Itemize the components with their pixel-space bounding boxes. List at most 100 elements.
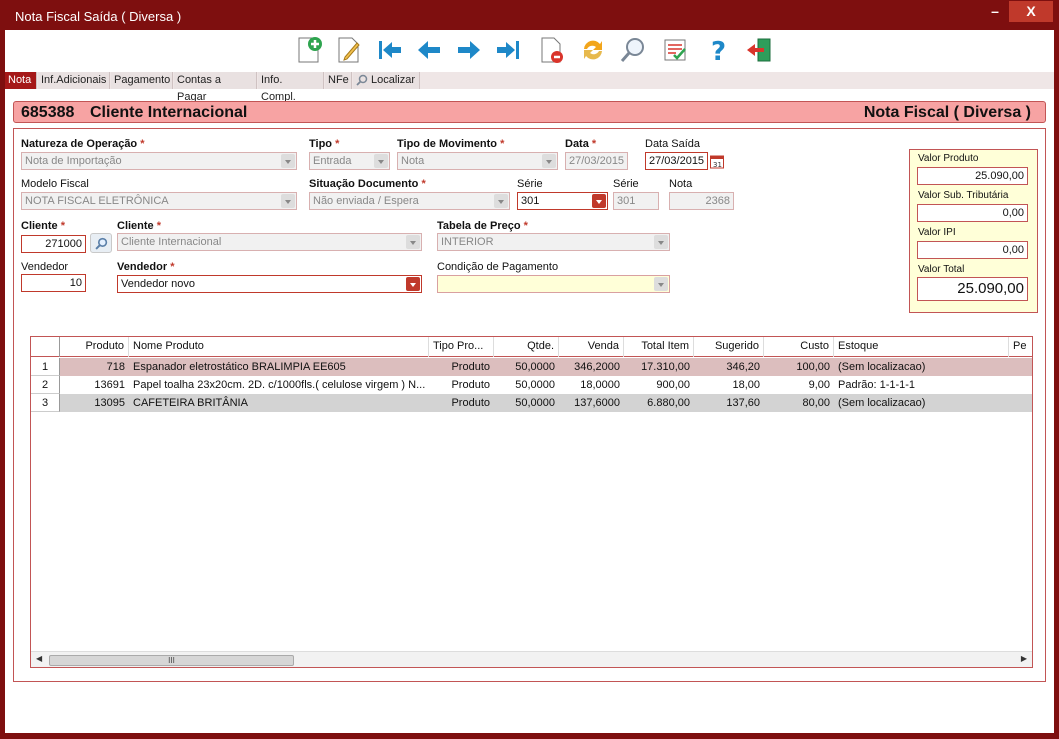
close-button[interactable]: X (1009, 1, 1053, 22)
cell-qtde: 50,0000 (515, 361, 555, 373)
search-icon[interactable] (617, 34, 649, 66)
delete-document-icon[interactable] (535, 34, 567, 66)
cell-tipo: Produto (451, 361, 490, 373)
valor-produto-field: 25.090,00 (917, 167, 1028, 185)
svg-text:?: ? (711, 37, 726, 65)
search-icon (94, 237, 107, 250)
row-index: 3 (31, 394, 60, 412)
chevron-down-icon (406, 235, 420, 249)
serie-select[interactable]: 301 (517, 192, 608, 210)
col-tipo-produto[interactable]: Tipo Pro... (429, 337, 494, 357)
tab-localizar[interactable]: Localizar (353, 72, 420, 89)
col-venda[interactable]: Venda (559, 337, 624, 357)
natureza-label: Natureza de Operação * (21, 138, 145, 150)
col-custo[interactable]: Custo (764, 337, 834, 357)
horizontal-scrollbar[interactable]: ◀ III ▶ (31, 651, 1032, 667)
tab-inf-adicionais[interactable]: Inf.Adicionais (38, 72, 110, 89)
natureza-select[interactable]: Nota de Importação (21, 152, 297, 170)
cell-custo: 100,00 (796, 361, 830, 373)
scroll-right-icon[interactable]: ▶ (1021, 654, 1027, 663)
serie2-label: Série (613, 178, 639, 190)
valor-ipi-label: Valor IPI (918, 227, 956, 238)
cell-produto: 718 (106, 361, 125, 373)
refresh-icon[interactable] (577, 34, 609, 66)
cell-sugerido: 137,60 (726, 397, 760, 409)
tipo-select[interactable]: Entrada (309, 152, 390, 170)
table-row[interactable]: 2 13691 Papel toalha 23x20cm. 2D. c/1000… (31, 376, 1032, 394)
cliente-code-field[interactable]: 271000 (21, 235, 86, 253)
cell-total: 900,00 (656, 379, 690, 391)
tab-nfe[interactable]: NFe (325, 72, 352, 89)
last-record-icon[interactable] (493, 34, 525, 66)
cell-nome: Espanador eletrostático BRALIMPIA EE605 (133, 361, 346, 373)
help-icon[interactable]: ? (701, 34, 733, 66)
previous-record-icon[interactable] (413, 34, 445, 66)
serie-label: Série (517, 178, 543, 190)
vendedor-code-field[interactable]: 10 (21, 274, 86, 292)
totals-panel: Valor Produto 25.090,00 Valor Sub. Tribu… (909, 149, 1038, 313)
tab-contas-a-pagar[interactable]: Contas a Pagar (174, 72, 257, 103)
row-index: 2 (31, 376, 60, 394)
tab-localizar-label: Localizar (371, 74, 416, 86)
cell-venda: 346,2000 (574, 361, 620, 373)
chevron-down-icon (654, 235, 668, 249)
data-saida-field[interactable]: 27/03/2015 (645, 152, 708, 170)
cliente-name-select[interactable]: Cliente Internacional (117, 233, 422, 251)
cell-total: 17.310,00 (641, 361, 690, 373)
valor-produto-label: Valor Produto (918, 153, 979, 164)
chevron-down-icon (494, 194, 508, 208)
modelo-label: Modelo Fiscal (21, 178, 89, 190)
col-pe[interactable]: Pe (1009, 337, 1032, 357)
scroll-left-icon[interactable]: ◀ (36, 654, 42, 663)
tabela-select[interactable]: INTERIOR (437, 233, 670, 251)
vendedor-name-select[interactable]: Vendedor novo (117, 275, 422, 293)
col-total-item[interactable]: Total Item (624, 337, 694, 357)
col-produto[interactable]: Produto (60, 337, 129, 357)
data-field[interactable]: 27/03/2015 (565, 152, 628, 170)
tipo-movimento-label: Tipo de Movimento * (397, 138, 505, 150)
exit-icon[interactable] (743, 34, 775, 66)
chevron-down-icon (374, 154, 388, 168)
next-record-icon[interactable] (453, 34, 485, 66)
cell-produto: 13691 (94, 379, 125, 391)
chevron-down-icon (592, 194, 606, 208)
cliente-name-label: Cliente * (117, 220, 162, 232)
data-saida-label: Data Saída (645, 138, 701, 150)
cell-estoque: (Sem localizacao) (838, 397, 926, 409)
scroll-thumb[interactable]: III (49, 655, 294, 666)
situacao-select[interactable]: Não enviada / Espera (309, 192, 510, 210)
chevron-down-icon (281, 154, 295, 168)
record-code: 685388 (21, 104, 75, 121)
tab-pagamento[interactable]: Pagamento (111, 72, 173, 89)
client-lookup-button[interactable] (90, 233, 112, 253)
checklist-icon[interactable] (659, 34, 691, 66)
toolbar: ? (5, 30, 1054, 72)
first-record-icon[interactable] (373, 34, 405, 66)
tab-info-compl[interactable]: Info. Compl. (258, 72, 324, 103)
tipo-movimento-select[interactable]: Nota (397, 152, 558, 170)
search-icon (356, 74, 368, 86)
vendedor-name-label: Vendedor * (117, 261, 175, 273)
tab-bar: Nota Inf.Adicionais Pagamento Contas a P… (5, 72, 1054, 103)
new-icon[interactable] (293, 34, 325, 66)
cell-estoque: (Sem localizacao) (838, 361, 926, 373)
cell-produto: 13095 (94, 397, 125, 409)
window-title: Nota Fiscal Saída ( Diversa ) (15, 9, 182, 24)
modelo-select[interactable]: NOTA FISCAL ELETRÔNICA (21, 192, 297, 210)
cell-qtde: 50,0000 (515, 379, 555, 391)
svg-text:31: 31 (713, 161, 722, 169)
col-qtde[interactable]: Qtde. (494, 337, 559, 357)
cell-nome: CAFETEIRA BRITÂNIA (133, 397, 248, 409)
tab-nota[interactable]: Nota (5, 72, 37, 89)
condicao-select[interactable] (437, 275, 670, 293)
serie-field[interactable]: 301 (613, 192, 659, 210)
calendar-icon[interactable]: 31 (710, 154, 724, 169)
minimize-button[interactable]: – (985, 3, 1005, 23)
table-row[interactable]: 1 718 Espanador eletrostático BRALIMPIA … (31, 358, 1032, 376)
col-nome-produto[interactable]: Nome Produto (129, 337, 429, 357)
nota-field[interactable]: 2368 (669, 192, 734, 210)
edit-icon[interactable] (333, 34, 365, 66)
col-estoque[interactable]: Estoque (834, 337, 1009, 357)
col-sugerido[interactable]: Sugerido (694, 337, 764, 357)
table-row[interactable]: 3 13095 CAFETEIRA BRITÂNIA Produto 50,00… (31, 394, 1032, 412)
